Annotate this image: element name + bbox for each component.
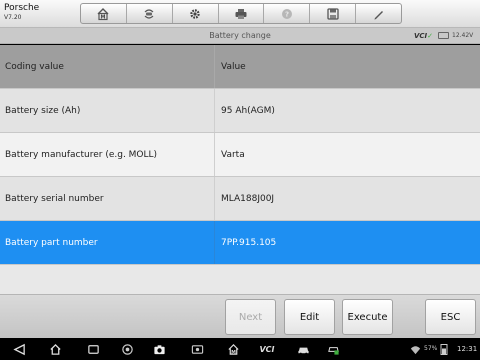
help-icon: ? [281, 8, 292, 19]
vehicle-name: Porsche [4, 3, 40, 13]
row-label: Battery serial number [0, 177, 215, 220]
system-clock: 12:31 [457, 345, 478, 353]
top-bar: Porsche V7.20 M ? [0, 0, 480, 28]
vehicle-swap-icon [144, 8, 154, 19]
table-row[interactable]: Battery serial number MLA188J00J [0, 177, 480, 221]
row-value: 95 Ah(AGM) [221, 105, 275, 116]
svg-text:M: M [101, 14, 106, 20]
table-row[interactable]: Battery manufacturer (e.g. MOLL) Varta [0, 133, 480, 177]
row-value: Varta [221, 149, 245, 160]
home-nav-button[interactable] [48, 342, 62, 356]
home-m-icon: M [97, 7, 109, 20]
row-label: Battery part number [0, 221, 215, 264]
vehicle-data-icon [327, 346, 339, 355]
camera-button[interactable] [152, 342, 166, 356]
back-button[interactable] [12, 342, 26, 356]
esc-button[interactable]: ESC [425, 299, 476, 335]
home-m-icon: M [227, 343, 239, 355]
edit-button[interactable]: Edit [284, 299, 335, 335]
vci-connected-icon: ✓ [427, 32, 434, 40]
column-header-value: Value [221, 61, 246, 72]
battery-level: 57% [424, 345, 438, 352]
row-value: 7PP.915.105 [221, 237, 277, 248]
gear-icon [190, 8, 200, 19]
vci-label: VCI [414, 32, 428, 40]
print-button[interactable] [219, 4, 265, 23]
row-label: Battery manufacturer (e.g. MOLL) [0, 133, 215, 176]
coding-table: Coding value Value Battery size (Ah) 95 … [0, 45, 480, 265]
browser-button[interactable] [120, 342, 134, 356]
wifi-icon [410, 345, 420, 354]
vci-status: VCI✓ [414, 31, 433, 41]
screen-record-button[interactable] [190, 342, 204, 356]
vehicle-button[interactable] [296, 342, 310, 356]
title-strip: Battery change VCI✓ 12.42V [0, 28, 480, 44]
battery-status [439, 343, 449, 355]
page-title: Battery change [209, 31, 271, 40]
row-label: Battery size (Ah) [0, 89, 215, 132]
vehicle-swap-button[interactable] [127, 4, 173, 23]
data-manager-button[interactable] [326, 342, 340, 356]
camera-icon [153, 344, 165, 354]
home-icon [49, 343, 61, 355]
row-value: MLA188J00J [221, 193, 275, 204]
execute-button[interactable]: Execute [342, 299, 393, 335]
help-button[interactable]: ? [264, 4, 311, 23]
system-nav-bar: M VCI 57% 12:31 [0, 338, 480, 360]
printer-icon [235, 8, 247, 19]
vehicle-info: Porsche V7.20 [4, 3, 64, 22]
software-version: V7.20 [4, 14, 22, 21]
table-row-selected[interactable]: Battery part number 7PP.915.105 [0, 221, 480, 265]
svg-text:M: M [231, 349, 236, 355]
battery-icon [440, 343, 448, 355]
table-empty-area [0, 265, 480, 294]
table-row[interactable]: Battery size (Ah) 95 Ah(AGM) [0, 89, 480, 133]
next-button[interactable]: Next [225, 299, 276, 335]
action-bar: Next Edit Execute ESC [0, 294, 480, 338]
home-button[interactable]: M [81, 4, 127, 23]
pen-icon [374, 10, 383, 19]
diagnostics-home-button[interactable]: M [226, 342, 240, 356]
screen-record-icon [191, 344, 203, 354]
recent-apps-icon [87, 344, 99, 354]
column-header-coding-value: Coding value [0, 45, 215, 88]
browser-icon [121, 343, 133, 355]
battery-voltage-icon [438, 32, 449, 39]
vci-manager-button[interactable]: VCI [256, 342, 278, 356]
settings-button[interactable] [173, 4, 219, 23]
save-button[interactable] [310, 4, 357, 23]
main-toolbar: M ? [80, 3, 402, 24]
recent-apps-button[interactable] [86, 342, 100, 356]
battery-voltage: 12.42V [452, 32, 474, 39]
table-header: Coding value Value [0, 45, 480, 89]
edit-pen-button[interactable] [356, 4, 401, 23]
car-icon [297, 347, 309, 355]
save-icon [327, 7, 339, 20]
back-icon [12, 343, 25, 355]
vci-nav-label: VCI [259, 344, 275, 354]
svg-text:?: ? [285, 10, 289, 18]
wifi-status [408, 342, 422, 356]
